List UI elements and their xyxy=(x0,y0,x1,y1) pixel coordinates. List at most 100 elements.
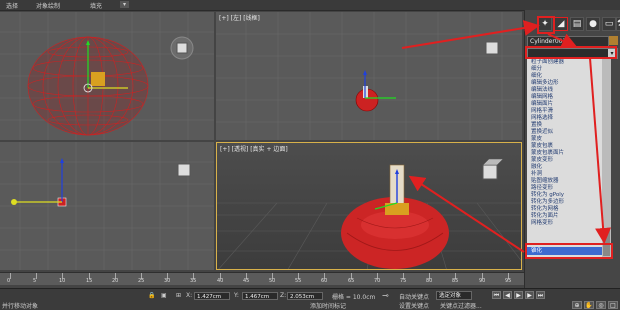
modifier-list-scrollbar[interactable] xyxy=(602,59,611,258)
list-item[interactable]: 网格平滑 xyxy=(531,108,553,115)
timeline-tick-label: 90 xyxy=(479,278,486,284)
perspective-scene xyxy=(217,158,521,269)
tab-utilities-icon[interactable]: ⚒ xyxy=(616,17,620,31)
list-item[interactable]: 转化为多边形 xyxy=(531,199,564,206)
timeline-tick-label: 50 xyxy=(269,278,276,284)
viewport-bottom-left[interactable] xyxy=(0,142,214,270)
list-item[interactable]: 网格变形 xyxy=(531,220,553,227)
zoom-icon[interactable]: ⊕ xyxy=(572,301,582,309)
scrollbar-thumb[interactable] xyxy=(603,230,610,256)
selection-lock-icon[interactable]: ▣ xyxy=(161,292,167,299)
key-icon[interactable]: ⊸ xyxy=(382,291,389,300)
modifier-list-dropdown[interactable]: ▾ xyxy=(527,48,618,59)
selected-set-dropdown[interactable]: 选定对象 xyxy=(436,291,472,300)
list-item[interactable]: 贴图缩放器 xyxy=(531,178,559,185)
list-item[interactable]: 编辑网格 xyxy=(531,94,553,101)
timeline-tick-label: 15 xyxy=(86,278,93,284)
viewport-grid xyxy=(0,12,214,140)
list-item[interactable]: 转化为网格 xyxy=(531,206,559,213)
list-item[interactable]: 补洞 xyxy=(531,171,542,178)
lock-icon[interactable]: 🔒 xyxy=(148,292,155,299)
list-item[interactable]: 路径变形 xyxy=(531,185,553,192)
timeline-tick-label: 40 xyxy=(217,278,224,284)
go-to-end-button[interactable]: ⏭ xyxy=(536,291,545,299)
chevron-down-icon[interactable]: ▾ xyxy=(608,49,616,58)
viewcube-icon[interactable] xyxy=(482,158,504,180)
timeline-tick-label: 45 xyxy=(243,278,250,284)
timeline-ruler[interactable]: 0 5 10 15 20 25 30 35 40 45 50 55 60 65 70 75 80 85 90 95 xyxy=(0,272,524,285)
grid-size-text: 栅格 = 10.0cm xyxy=(332,294,376,301)
list-item[interactable]: 编辑多边形 xyxy=(531,80,559,87)
timeline-tick-label: 55 xyxy=(295,278,302,284)
menu-item-object-paint[interactable]: 对象绘制 xyxy=(36,1,60,10)
list-item[interactable]: 蒙皮变形 xyxy=(531,157,553,164)
object-color-swatch[interactable] xyxy=(609,36,618,45)
selected-modifier-taper[interactable]: 锥化 xyxy=(527,247,602,255)
list-item[interactable]: 编辑面片 xyxy=(531,101,553,108)
list-item[interactable]: 蒙皮 xyxy=(531,136,542,143)
list-item[interactable]: 融化 xyxy=(531,164,542,171)
list-item[interactable]: 置换近似 xyxy=(531,129,553,136)
pan-icon[interactable]: ✋ xyxy=(584,301,594,309)
absolute-mode-icon[interactable]: ⊞ xyxy=(176,292,181,299)
list-item[interactable]: 置换 xyxy=(531,122,542,129)
list-item[interactable]: 转化为面片 xyxy=(531,213,559,220)
timeline-tick-label: 25 xyxy=(138,278,145,284)
object-name-field[interactable]: Cylinder001 xyxy=(527,36,609,47)
timeline-tick-label: 60 xyxy=(321,278,328,284)
viewcube-icon[interactable] xyxy=(485,41,499,55)
tab-display-icon[interactable]: ▭ xyxy=(602,17,616,31)
list-item[interactable]: 转化为 gPoly xyxy=(531,192,564,199)
go-to-start-button[interactable]: ⏮ xyxy=(492,291,501,299)
tab-motion-icon[interactable]: ● xyxy=(586,17,600,31)
menu-item-fill[interactable]: 填充 xyxy=(90,1,102,10)
z-label: Z: xyxy=(280,292,287,299)
list-item[interactable]: 细化 xyxy=(531,73,542,80)
modifier-list[interactable]: 粒子面创建器 细分 细化 编辑多边形 编辑法线 编辑网格 编辑面片 网格平滑 网… xyxy=(527,59,602,258)
timeline-tick-label: 85 xyxy=(452,278,459,284)
x-label: X: xyxy=(186,292,193,299)
z-coordinate-field[interactable]: 2.053cm xyxy=(287,292,323,300)
timeline-tick-label: 5 xyxy=(33,278,37,284)
timeline-tick-label: 0 xyxy=(7,278,11,284)
previous-frame-button[interactable]: ◀ xyxy=(503,291,512,299)
list-item[interactable]: 编辑法线 xyxy=(531,87,553,94)
next-frame-button[interactable]: ▶ xyxy=(525,291,534,299)
maximize-viewport-icon[interactable]: □ xyxy=(608,301,618,309)
viewport-grid xyxy=(0,142,214,270)
timeline-tick-label: 75 xyxy=(400,278,407,284)
list-item[interactable]: 网格选择 xyxy=(531,115,553,122)
orbit-icon[interactable]: ◎ xyxy=(596,301,606,309)
viewport-perspective[interactable]: [+] [透视] [真实 + 边面] xyxy=(216,142,522,270)
timeline-tick-label: 65 xyxy=(348,278,355,284)
timeline-tick-label: 95 xyxy=(505,278,512,284)
viewport-top-left[interactable] xyxy=(0,12,214,140)
menu-item-select[interactable]: 选择 xyxy=(6,1,18,10)
viewport-top-right[interactable]: [+] [左] [线框] xyxy=(216,12,522,140)
tab-create-icon[interactable]: ✦ xyxy=(538,17,552,31)
x-coordinate-field[interactable]: 1.427cm xyxy=(194,292,230,300)
y-coordinate-field[interactable]: 1.467cm xyxy=(242,292,278,300)
list-item[interactable]: 蒙皮包裹 xyxy=(531,143,553,150)
timeline-tick-label: 35 xyxy=(190,278,197,284)
status-bar: 并行移动对象 🔒 ▣ ⊞ X: 1.427cm Y: 1.467cm Z: 2.… xyxy=(0,288,620,310)
timeline-tick-label: 10 xyxy=(59,278,66,284)
gizmo-plane[interactable] xyxy=(91,72,105,86)
y-label: Y: xyxy=(234,292,239,299)
viewcube-icon[interactable] xyxy=(170,36,194,60)
list-item[interactable]: 蒙皮包裹面片 xyxy=(531,150,564,157)
auto-key-button[interactable]: 自动关键点 xyxy=(399,292,429,301)
command-panel-tabs: ✦ ◢ ▤ ● ▭ ⚒ xyxy=(524,17,620,33)
timeline-tick-label: 20 xyxy=(112,278,119,284)
timeline-tick-label: 30 xyxy=(164,278,171,284)
viewport-grid xyxy=(216,12,522,140)
list-item[interactable]: 细分 xyxy=(531,66,542,73)
tab-modify-icon[interactable]: ◢ xyxy=(554,17,568,31)
menu-dropdown-icon[interactable]: ▾ xyxy=(120,1,130,8)
list-item[interactable]: 粒子面创建器 xyxy=(531,59,564,66)
timeline-tick-label: 70 xyxy=(374,278,381,284)
tab-hierarchy-icon[interactable]: ▤ xyxy=(570,17,584,31)
viewcube-icon[interactable] xyxy=(177,163,191,177)
timeline-tick-label: 80 xyxy=(426,278,433,284)
play-button[interactable]: ▶ xyxy=(514,291,523,299)
